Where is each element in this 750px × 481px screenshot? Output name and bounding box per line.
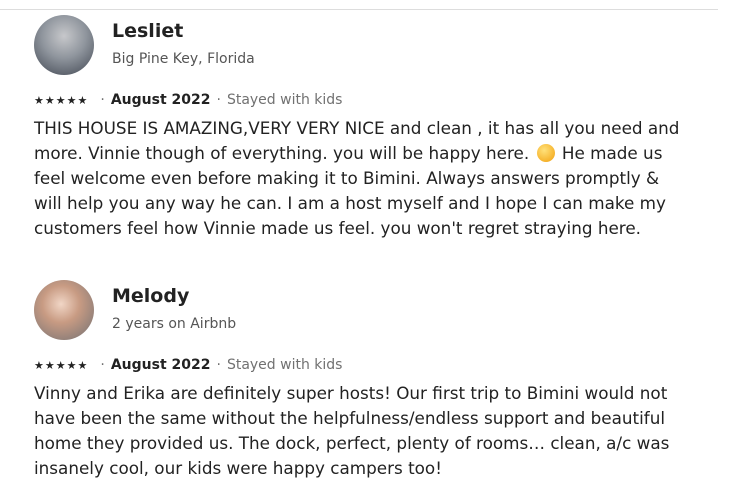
rating-stars: ★ ★ ★ ★ ★ <box>34 360 88 371</box>
star-icon: ★ <box>77 93 88 107</box>
stay-type: Stayed with kids <box>226 357 343 373</box>
star-icon: ★ <box>55 93 66 107</box>
separator: · <box>100 357 105 373</box>
reviewer-tenure: 2 years on Airbnb <box>112 316 237 332</box>
star-icon: ★ <box>34 358 44 372</box>
review-header: Lesliet Big Pine Key, Florida <box>34 15 694 75</box>
review-date: August 2022 <box>110 92 211 108</box>
review-text: THIS HOUSE IS AMAZING,VERY VERY NICE and… <box>34 116 684 241</box>
star-icon: ★ <box>44 358 55 372</box>
review-card-melody: Melody 2 years on Airbnb ★ ★ ★ ★ ★ · Aug… <box>34 280 694 478</box>
review-meta: ★ ★ ★ ★ ★ · August 2022 · Stayed with ki… <box>34 92 342 108</box>
star-icon: ★ <box>34 93 44 107</box>
review-date: August 2022 <box>110 357 211 373</box>
stay-type: Stayed with kids <box>226 92 343 108</box>
star-icon: ★ <box>66 93 77 107</box>
review-text: Vinny and Erika are definitely super hos… <box>34 383 670 478</box>
star-icon: ★ <box>66 358 77 372</box>
star-icon: ★ <box>44 93 55 107</box>
separator: · <box>216 92 221 108</box>
star-icon: ★ <box>77 358 88 372</box>
top-divider <box>0 9 718 10</box>
review-header: Melody 2 years on Airbnb <box>34 280 694 340</box>
reviewer-name: Lesliet <box>112 20 184 42</box>
reviewer-name: Melody <box>112 285 190 307</box>
review-card-lesliet: Lesliet Big Pine Key, Florida ★ ★ ★ ★ ★ … <box>34 15 694 238</box>
reviewer-location: Big Pine Key, Florida <box>112 51 255 67</box>
rating-stars: ★ ★ ★ ★ ★ <box>34 95 88 106</box>
separator: · <box>216 357 221 373</box>
review-meta: ★ ★ ★ ★ ★ · August 2022 · Stayed with ki… <box>34 357 342 373</box>
avatar[interactable] <box>34 15 94 75</box>
separator: · <box>100 92 105 108</box>
star-icon: ★ <box>55 358 66 372</box>
avatar[interactable] <box>34 280 94 340</box>
smiling-face-emoji-icon <box>536 144 555 162</box>
